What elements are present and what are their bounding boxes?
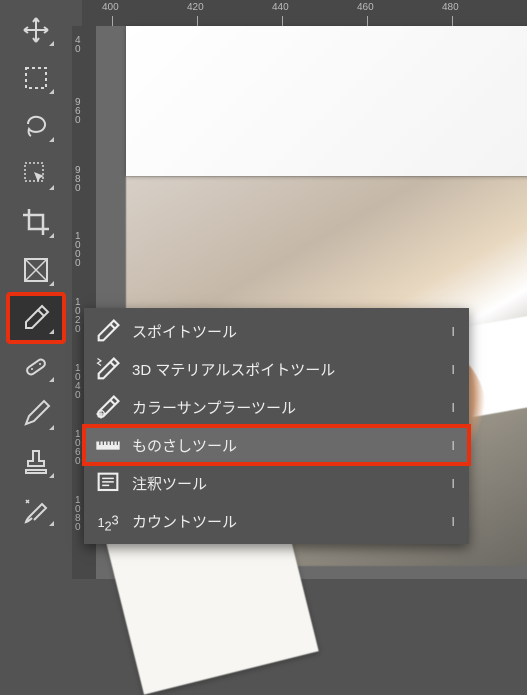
eyedropper-tool[interactable] (8, 294, 64, 342)
flyout-item-eyedrop[interactable]: スポイトツール I (84, 312, 469, 350)
flyout-label: ものさしツール (132, 435, 441, 456)
ruler-h-label: 480 (442, 2, 459, 13)
flyout-shortcut: I (451, 324, 455, 339)
tools-toolbar (0, 0, 72, 579)
crop-tool[interactable] (8, 198, 64, 246)
pencil-tool[interactable] (8, 390, 64, 438)
marquee-tool[interactable] (8, 54, 64, 102)
flyout-shortcut: I (451, 400, 455, 415)
frame-tool[interactable] (8, 246, 64, 294)
ruler-v-label: 1000 (75, 232, 85, 268)
ruler-v-label: 960 (75, 98, 85, 125)
flyout-item-sampler[interactable]: カラーサンプラーツール I (84, 388, 469, 426)
ruler-v-label: 980 (75, 166, 85, 193)
sampler-icon (94, 395, 122, 419)
move-tool[interactable] (8, 6, 64, 54)
eyedrop-icon (94, 319, 122, 343)
flyout-label: スポイトツール (132, 321, 441, 342)
stamp-tool[interactable] (8, 438, 64, 486)
lasso-tool[interactable] (8, 102, 64, 150)
ruler-h-label: 440 (272, 2, 289, 13)
flyout-label: 3D マテリアルスポイトツール (132, 359, 441, 380)
heal-tool[interactable] (8, 342, 64, 390)
flyout-label: カウントツール (132, 511, 441, 532)
flyout-label: 注釈ツール (132, 473, 441, 494)
flyout-item-note[interactable]: 注釈ツール I (84, 464, 469, 502)
note-icon (94, 471, 122, 495)
flyout-item-eyedrop3d[interactable]: 3D マテリアルスポイトツール I (84, 350, 469, 388)
flyout-item-count[interactable]: 123 カウントツール I (84, 502, 469, 540)
flyout-label: カラーサンプラーツール (132, 397, 441, 418)
flyout-item-ruler[interactable]: ものさしツール I (84, 426, 469, 464)
flyout-shortcut: I (451, 514, 455, 529)
count-icon: 123 (94, 509, 122, 533)
flyout-shortcut: I (451, 476, 455, 491)
quick-select-tool[interactable] (8, 150, 64, 198)
flyout-shortcut: I (451, 362, 455, 377)
history-brush-tool[interactable] (8, 486, 64, 534)
eyedropper-flyout: スポイトツール I 3D マテリアルスポイトツール I カラーサンプラーツール … (84, 308, 469, 544)
svg-text:3: 3 (112, 513, 119, 528)
ruler-h-label: 420 (187, 2, 204, 13)
ruler-icon (94, 433, 122, 457)
ruler-h-label: 460 (357, 2, 374, 13)
ruler-horizontal: 400420440460480500 (82, 0, 527, 26)
flyout-shortcut: I (451, 438, 455, 453)
ruler-v-label: 40 (75, 36, 85, 54)
eyedrop3d-icon (94, 357, 122, 381)
canvas-blank-area (126, 26, 527, 176)
ruler-h-label: 400 (102, 2, 119, 13)
